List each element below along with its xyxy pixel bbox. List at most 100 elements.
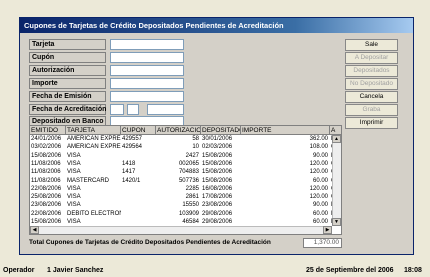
table-row[interactable]: 11/08/2006 VISA 1418 002065 15/08/2006 120.00… bbox=[30, 160, 341, 168]
table-cell: AMERICAN EXPRESS bbox=[67, 136, 121, 142]
main-window: Cupones de Tarjetas de Crédito Depositad… bbox=[19, 17, 414, 255]
imprimir-button[interactable]: Imprimir bbox=[345, 117, 398, 129]
column-header[interactable]: A bbox=[330, 126, 341, 135]
table-cell: 1418 bbox=[122, 160, 136, 167]
operador-value: 1 Javier Sanchez bbox=[47, 267, 104, 274]
table-cell: 103909 bbox=[178, 210, 199, 217]
table-row[interactable]: 23/08/2006VISA1555023/08/200690.00E bbox=[30, 201, 341, 209]
table-cell: 11/08/2006 bbox=[31, 169, 61, 176]
table-cell: 10 bbox=[192, 144, 199, 151]
table-cell: 429564 bbox=[122, 144, 143, 151]
table-row[interactable]: 03/02/2006 AMERICAN EXPRESS429564 1002/03/… bbox=[30, 143, 341, 151]
scroll-up-icon[interactable]: ▲ bbox=[332, 135, 341, 143]
table-cell: 2427 bbox=[185, 152, 199, 159]
table-cell: 58 bbox=[192, 136, 199, 142]
table-cell: DEBITO ELECTRON bbox=[67, 210, 121, 217]
table-cell: 17/08/2006 bbox=[202, 194, 233, 201]
sale-button[interactable]: Sale bbox=[345, 39, 398, 51]
importe-input[interactable] bbox=[110, 78, 184, 89]
scroll-down-icon[interactable]: ▼ bbox=[332, 218, 341, 226]
table-cell: 15550 bbox=[182, 202, 199, 209]
table-cell: 120.00 bbox=[309, 169, 328, 176]
autorizacion-input[interactable] bbox=[110, 65, 184, 76]
total-label: Total Cupones de Tarjetas de Crédito Dep… bbox=[29, 239, 271, 246]
column-header[interactable]: EMITIDO bbox=[30, 126, 66, 135]
table-cell: 23/08/2006 bbox=[202, 202, 233, 209]
table-row[interactable]: 25/08/2006VISA286117/08/2006120.00C bbox=[30, 193, 341, 201]
fecha-acreditacion-year-input[interactable] bbox=[147, 104, 184, 115]
table-row[interactable]: 11/08/2006 MASTERCARD 1420/1 507736 15/08/20… bbox=[30, 177, 341, 185]
operador-label: Operador bbox=[3, 267, 35, 274]
table-row[interactable]: 22/08/2006 DEBITO ELECTRON 103909 29/08/200… bbox=[30, 210, 341, 218]
table-cell: 1420/1 bbox=[122, 177, 141, 184]
fecha-acreditacion-month-input[interactable] bbox=[127, 104, 139, 115]
table-cell: 704883 bbox=[178, 169, 199, 176]
tarjeta-input[interactable] bbox=[110, 39, 184, 50]
horizontal-scrollbar[interactable]: ◀ ▶ bbox=[30, 226, 332, 234]
cupones-grid[interactable]: EMITIDOTARJETACUPONAUTORIZACIONDEPOSITAD… bbox=[29, 125, 342, 235]
column-header[interactable]: AUTORIZACION bbox=[156, 126, 201, 135]
graba-button[interactable]: Graba bbox=[345, 104, 398, 116]
table-cell: MASTERCARD bbox=[67, 177, 110, 184]
table-cell: 120.00 bbox=[309, 185, 328, 192]
table-cell: 90.00 bbox=[312, 152, 328, 159]
table-cell: 16/08/2006 bbox=[202, 185, 233, 192]
label-autorizacion: Autorización bbox=[29, 65, 106, 76]
status-bar: Operador 1 Javier Sanchez 25 de Septiemb… bbox=[0, 265, 430, 277]
cancela-button[interactable]: Cancela bbox=[345, 91, 398, 103]
fecha-emision-input[interactable] bbox=[110, 91, 184, 102]
no-depositado-button[interactable]: No Depositado bbox=[345, 78, 398, 90]
vertical-scrollbar[interactable]: ▲ ▼ bbox=[332, 135, 341, 226]
table-cell: AMERICAN EXPRESS bbox=[67, 144, 121, 151]
table-cell: 22/08/2006 bbox=[31, 185, 62, 192]
table-cell: VISA bbox=[67, 194, 81, 201]
table-cell bbox=[121, 201, 156, 209]
a-depositar-button[interactable]: A Depositar bbox=[345, 52, 398, 64]
table-cell: 120.00 bbox=[309, 194, 328, 201]
table-cell: VISA bbox=[67, 160, 81, 167]
table-cell bbox=[121, 210, 156, 218]
table-row[interactable]: 22/08/2006VISA228516/08/2006120.00C bbox=[30, 185, 341, 193]
table-cell: 1417 bbox=[122, 169, 136, 176]
table-cell: 60.00 bbox=[312, 177, 328, 184]
table-cell: 22/08/2006 bbox=[31, 210, 62, 217]
table-cell: VISA bbox=[67, 152, 81, 159]
table-row[interactable]: 15/08/2006VISA242715/08/200690.00E bbox=[30, 152, 341, 160]
table-cell: 429557 bbox=[122, 136, 143, 142]
table-cell: 29/08/2006 bbox=[202, 210, 233, 217]
depositados-button[interactable]: Depositados bbox=[345, 65, 398, 77]
label-cupon: Cupón bbox=[29, 52, 106, 63]
table-cell: VISA bbox=[67, 202, 81, 209]
table-cell: 362.00 bbox=[309, 136, 328, 142]
table-cell: 03/02/2006 bbox=[31, 144, 62, 151]
status-time: 18:08 bbox=[404, 267, 422, 274]
column-header[interactable]: DEPOSITADO bbox=[201, 126, 241, 135]
status-date: 25 de Septiembre del 2006 bbox=[306, 267, 394, 274]
scroll-left-icon[interactable]: ◀ bbox=[30, 226, 39, 234]
label-importe: Importe bbox=[29, 78, 106, 89]
column-header[interactable]: CUPON bbox=[121, 126, 156, 135]
fecha-acreditacion-day-input[interactable] bbox=[110, 104, 124, 115]
table-row[interactable]: 11/08/2006 VISA 1417 704883 15/08/2006 120.00… bbox=[30, 168, 341, 176]
label-fecha-acreditacion: Fecha de Acreditación bbox=[29, 104, 106, 115]
table-cell: 120.00 bbox=[309, 160, 328, 167]
total-value: 1,370.00 bbox=[303, 238, 342, 248]
column-header[interactable]: IMPORTE bbox=[241, 126, 330, 135]
window-title: Cupones de Tarjetas de Crédito Depositad… bbox=[20, 18, 413, 33]
table-cell: 15/08/2006 bbox=[202, 152, 233, 159]
table-cell: VISA bbox=[67, 185, 81, 192]
table-cell: 02/03/2006 bbox=[202, 144, 233, 151]
column-header[interactable]: TARJETA bbox=[66, 126, 121, 135]
table-cell bbox=[121, 152, 156, 160]
table-row[interactable]: 24/01/2006 AMERICAN EXPRESS429557 5830/01/… bbox=[30, 135, 341, 143]
table-cell: VISA bbox=[67, 169, 81, 176]
table-cell: 60.00 bbox=[312, 210, 328, 217]
cupon-input[interactable] bbox=[110, 52, 184, 63]
table-cell: 507736 bbox=[178, 177, 199, 184]
table-cell: 2861 bbox=[185, 194, 199, 201]
table-cell: 108.00 bbox=[309, 144, 328, 151]
grid-header: EMITIDOTARJETACUPONAUTORIZACIONDEPOSITAD… bbox=[30, 126, 341, 135]
label-tarjeta: Tarjeta bbox=[29, 39, 106, 50]
scroll-right-icon[interactable]: ▶ bbox=[323, 226, 332, 234]
table-cell: 11/08/2006 bbox=[31, 177, 61, 184]
